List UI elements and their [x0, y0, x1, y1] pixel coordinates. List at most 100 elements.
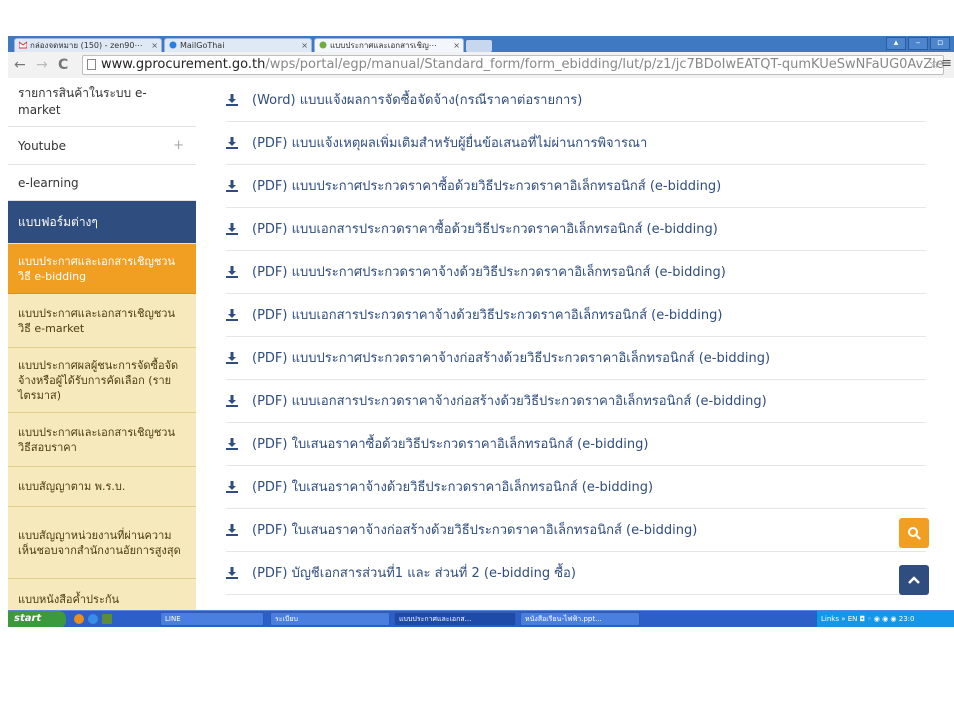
browser-tab-mailgothai[interactable]: MailGoThai × [164, 38, 312, 52]
sidebar-subitem-label: แบบประกาศและเอกสารเชิญชวน วิธี e-bidding [18, 254, 175, 283]
minimize-button[interactable]: – [908, 37, 928, 50]
start-button[interactable]: start [8, 611, 66, 627]
download-icon [226, 523, 238, 536]
sidebar-item-emarket-products[interactable]: รายการสินค้าในระบบ e-market [8, 78, 196, 127]
document-link[interactable]: (PDF) ใบเสนอราคาจ้างด้วยวิธีประกวดราคาอิ… [226, 465, 926, 509]
document-link[interactable]: (PDF) แบบเอกสารประกวดราคาจ้างด้วยวิธีประ… [226, 293, 926, 337]
mailgothai-icon [169, 41, 177, 49]
search-icon [908, 527, 921, 540]
sidebar-subitem-contract-act[interactable]: แบบสัญญาตาม พ.ร.บ. [8, 467, 196, 507]
document-link-label: (PDF) แบบประกาศประกวดราคาจ้างด้วยวิธีประ… [252, 265, 726, 280]
sidebar-subitem-label: แบบประกาศและเอกสารเชิญชวน วิธีสอบราคา [18, 425, 175, 454]
tab-label: แบบประกาศและเอกสารเชิญ⋯ [330, 41, 437, 50]
links-label[interactable]: Links [821, 615, 839, 623]
document-link[interactable]: (Word) แบบแจ้งผลการจัดซื้อจัดจ้าง(กรณีรา… [226, 78, 926, 122]
sidebar-subitem-winner-announcement[interactable]: แบบประกาศผลผู้ชนะการจัดซื้อจัดจ้างหรือผู… [8, 348, 196, 413]
download-icon [226, 566, 238, 579]
gmail-icon [19, 41, 27, 49]
sidebar-subitem-approved-contracts[interactable]: แบบสัญญาหน่วยงานที่ผ่านความเห็นชอบจากสำน… [8, 507, 196, 579]
browser-tab-gmail[interactable]: กล่องจดหมาย (150) - zen90⋯ × [14, 38, 162, 52]
document-link[interactable]: (PDF) แบบแจ้งเหตุผลเพิ่มเติมสำหรับผู้ยื่… [226, 121, 926, 165]
download-icon [226, 179, 238, 192]
address-bar[interactable]: www.gprocurement.go.th/wps/portal/egp/ma… [82, 55, 944, 75]
sidebar-subitem-label: แบบสัญญาตาม พ.ร.บ. [18, 480, 126, 493]
taskbar-item-folder[interactable]: ระเบียบ [270, 612, 390, 626]
chevron-up-icon [908, 576, 920, 584]
taskbar-item-label: หนังสือเรียน-ไฟฟ้า.ppt... [525, 615, 602, 623]
download-icon [226, 351, 238, 364]
document-link-label: (PDF) ใบเสนอราคาจ้างด้วยวิธีประกวดราคาอิ… [252, 480, 654, 495]
document-link[interactable]: (PDF) ใบเสนอราคาจ้างก่อสร้างด้วยวิธีประก… [226, 508, 926, 552]
windows-taskbar: start LINE ระเบียบ แบบประกาศและเอกส... ห… [8, 610, 954, 627]
expand-plus-icon[interactable]: + [173, 138, 184, 153]
bookmark-star-icon[interactable]: ☆ [928, 56, 940, 74]
document-link-label: (PDF) แบบเอกสารประกวดราคาซื้อด้วยวิธีประ… [252, 222, 718, 237]
download-icon [226, 222, 238, 235]
sidebar-subitem-price-inquiry[interactable]: แบบประกาศและเอกสารเชิญชวน วิธีสอบราคา [8, 413, 196, 467]
language-indicator[interactable]: EN [848, 615, 858, 623]
browser-toolbar: ← → C www.gprocurement.go.th/wps/portal/… [8, 52, 954, 79]
taskbar-item-powerpoint[interactable]: หนังสือเรียน-ไฟฟ้า.ppt... [520, 612, 640, 626]
document-list: (Word) แบบแจ้งผลการจัดซื้อจัดจ้าง(กรณีรา… [226, 78, 926, 610]
download-icon [226, 136, 238, 149]
document-link[interactable]: (PDF) แบบประกาศประกวดราคาซื้อด้วยวิธีประ… [226, 164, 926, 208]
reload-icon[interactable]: C [58, 56, 68, 74]
chrome-quicklaunch-icon[interactable] [74, 614, 84, 624]
document-link-label: (PDF) ใบเสนอราคาซื้อด้วยวิธีประกวดราคาอิ… [252, 437, 649, 452]
document-link[interactable]: (PDF) แบบประกาศประกวดราคาจ้างด้วยวิธีประ… [226, 250, 926, 294]
close-icon[interactable]: × [453, 39, 460, 52]
sidebar-item-label: Youtube [18, 138, 66, 153]
sidebar-subitem-label: แบบสัญญาหน่วยงานที่ผ่านความเห็นชอบจากสำน… [18, 528, 181, 557]
system-tray: Links » EN ◘ ◦ ◉ ◉ ◉ 23:0 [816, 611, 954, 627]
document-link[interactable]: (PDF) ใบเสนอราคาซื้อด้วยวิธีประกวดราคาอิ… [226, 422, 926, 466]
download-icon [226, 480, 238, 493]
sidebar-subitem-label: แบบหนังสือค้ำประกัน [18, 593, 120, 606]
document-link-label: (PDF) แบบแจ้งเหตุผลเพิ่มเติมสำหรับผู้ยื่… [252, 136, 648, 151]
sidebar-subitem-guarantee-letter[interactable]: แบบหนังสือค้ำประกัน [8, 579, 196, 610]
page-icon [87, 59, 96, 70]
download-icon [226, 437, 238, 450]
download-icon [226, 93, 238, 106]
top-margin [8, 0, 954, 36]
taskbar-item-label: LINE [165, 615, 181, 623]
download-icon [226, 265, 238, 278]
browser-tab-egp[interactable]: แบบประกาศและเอกสารเชิญ⋯ × [314, 38, 464, 52]
sidebar-item-elearning[interactable]: e-learning [8, 165, 196, 201]
maximize-button[interactable]: ▫ [930, 37, 950, 50]
sidebar-section-forms[interactable]: แบบฟอร์มต่างๆ [8, 201, 196, 244]
taskbar-item-label: ระเบียบ [275, 615, 298, 623]
sidebar-subitem-label: แบบประกาศและเอกสารเชิญชวน วิธี e-market [18, 306, 175, 335]
forward-arrow-icon[interactable]: → [36, 56, 48, 74]
document-link[interactable]: (PDF) บัญชีเอกสารส่วนที่1 และ ส่วนที่ 2 … [226, 551, 926, 595]
taskbar-item-browser[interactable]: แบบประกาศและเอกส... [394, 612, 516, 626]
document-link[interactable]: (PDF) แบบเอกสารประกวดราคาซื้อด้วยวิธีประ… [226, 207, 926, 251]
close-icon[interactable]: × [151, 39, 158, 52]
document-link-label: (PDF) แบบประกาศประกวดราคาจ้างก่อสร้างด้ว… [252, 351, 771, 366]
document-link-label: (PDF) แบบเอกสารประกวดราคาจ้างด้วยวิธีประ… [252, 308, 723, 323]
url-host: www.gprocurement.go.th [101, 57, 266, 72]
new-tab-button[interactable] [466, 40, 492, 52]
menu-icon[interactable]: ≡ [941, 56, 952, 71]
app-quicklaunch-icon[interactable] [102, 614, 112, 624]
window-controls: ▴ – ▫ [886, 37, 950, 50]
sidebar-item-youtube[interactable]: Youtube + [8, 127, 196, 165]
browser-tab-bar: กล่องจดหมาย (150) - zen90⋯ × MailGoThai … [8, 36, 954, 52]
back-arrow-icon[interactable]: ← [14, 56, 26, 74]
ie-quicklaunch-icon[interactable] [88, 614, 98, 624]
tab-label: กล่องจดหมาย (150) - zen90⋯ [30, 41, 143, 50]
sidebar: รายการสินค้าในระบบ e-market Youtube + e-… [8, 78, 196, 610]
document-link[interactable]: (PDF) แบบประกาศประกวดราคาจ้างก่อสร้างด้ว… [226, 336, 926, 380]
taskbar-item-line[interactable]: LINE [160, 612, 264, 626]
sidebar-subitem-emarket[interactable]: แบบประกาศและเอกสารเชิญชวน วิธี e-market [8, 294, 196, 348]
user-icon[interactable]: ▴ [886, 37, 906, 50]
start-label: start [14, 613, 42, 624]
sidebar-section-label: แบบฟอร์มต่างๆ [18, 214, 98, 229]
document-link-label: (PDF) บัญชีเอกสารส่วนที่1 และ ส่วนที่ 2 … [252, 566, 576, 581]
sidebar-subitem-label: แบบประกาศผลผู้ชนะการจัดซื้อจัดจ้างหรือผู… [18, 358, 179, 402]
scroll-to-top-button[interactable] [899, 565, 929, 595]
document-link[interactable]: (PDF) แบบเอกสารประกวดราคาจ้างก่อสร้างด้ว… [226, 379, 926, 423]
sidebar-subitem-ebidding[interactable]: แบบประกาศและเอกสารเชิญชวน วิธี e-bidding [8, 244, 196, 294]
page-content: รายการสินค้าในระบบ e-market Youtube + e-… [8, 78, 954, 610]
close-icon[interactable]: × [301, 39, 308, 52]
search-button[interactable] [899, 518, 929, 548]
